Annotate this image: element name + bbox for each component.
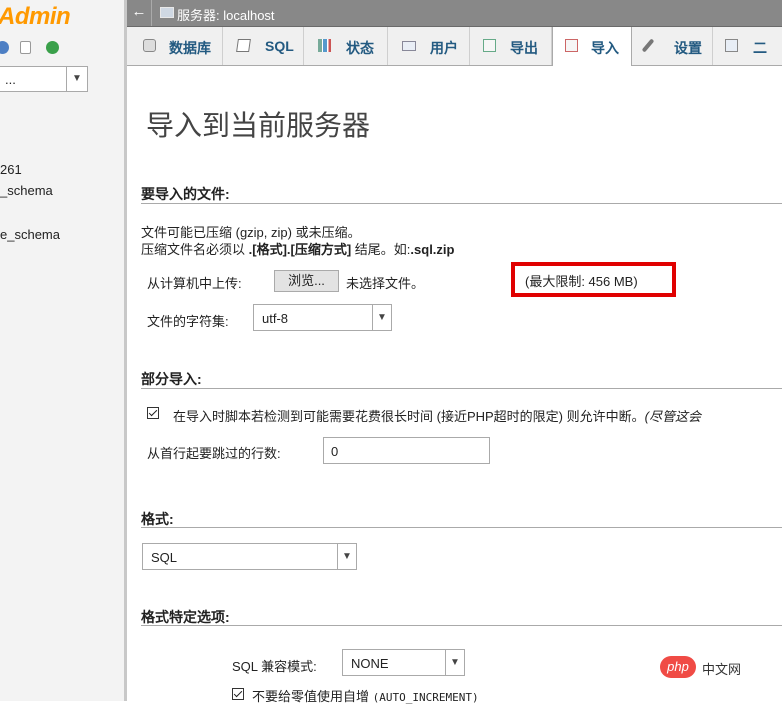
chevron-down-icon: ▼ <box>66 67 87 91</box>
database-item[interactable]: 261 <box>0 162 22 177</box>
charset-select[interactable]: utf-8 ▼ <box>253 304 392 331</box>
database-item[interactable]: _schema <box>0 183 53 198</box>
binlog-icon <box>725 39 738 52</box>
reload-icon[interactable] <box>46 41 59 54</box>
format-value: SQL <box>151 550 178 565</box>
main-content: 导入到当前服务器 要导入的文件: 文件可能已压缩 (gzip, zip) 或未压… <box>127 66 782 704</box>
chevron-down-icon: ▼ <box>445 650 464 675</box>
divider <box>141 203 782 204</box>
charset-value: utf-8 <box>262 311 289 326</box>
server-breadcrumb[interactable]: 服务器: localhost <box>177 5 275 24</box>
max-upload-limit: (最大限制: 456 MB) <box>525 274 638 289</box>
server-icon <box>160 7 174 18</box>
sql-icon <box>236 39 251 52</box>
upload-label: 从计算机中上传: <box>147 276 242 291</box>
filename-note-text: 压缩文件名必须以 <box>141 242 249 257</box>
collapse-nav-arrow-icon[interactable]: ← <box>127 0 152 26</box>
server-breadcrumb-bar: ← 服务器: localhost <box>127 0 782 27</box>
divider <box>141 527 782 528</box>
database-select[interactable]: ... ▼ <box>0 66 88 92</box>
format-options-heading: 格式特定选项: <box>141 609 230 625</box>
database-select-value: ... <box>5 72 16 87</box>
skip-rows-label: 从首行起要跳过的行数: <box>147 446 281 461</box>
format-select[interactable]: SQL ▼ <box>142 543 357 570</box>
chevron-down-icon: ▼ <box>337 544 356 569</box>
tab-export[interactable]: 导出 <box>470 27 552 65</box>
main-tabs: 数据库 SQL 状态 用户 导出 导入 设置 二 <box>127 27 782 66</box>
tab-users[interactable]: 用户 <box>388 27 470 65</box>
watermark-text: 中文网 <box>702 662 742 677</box>
charset-label: 文件的字符集: <box>147 314 229 329</box>
docs-icon[interactable] <box>20 41 31 54</box>
tab-label: SQL <box>265 38 294 54</box>
sql-compat-select[interactable]: NONE ▼ <box>342 649 465 676</box>
tab-sql[interactable]: SQL <box>223 27 304 65</box>
tab-label: 导入 <box>591 40 619 56</box>
partial-import-heading: 部分导入: <box>141 371 202 387</box>
sql-compat-value: NONE <box>351 656 389 671</box>
no-auto-value-text: 不要给零值使用自增 <box>252 689 370 704</box>
no-auto-value-code: (AUTO_INCREMENT) <box>372 691 479 704</box>
no-file-chosen-text: 未选择文件。 <box>346 276 425 291</box>
php-badge: php <box>660 656 696 678</box>
tab-label: 二 <box>753 40 767 56</box>
skip-rows-value: 0 <box>331 444 339 459</box>
max-upload-limit-highlight: (最大限制: 456 MB) <box>511 262 676 297</box>
tab-binary-log[interactable]: 二 <box>713 27 782 65</box>
allow-interrupt-label: 在导入时脚本若检测到可能需要花费很长时间 (接近PHP超时的限定) 则允许中断。… <box>173 406 701 425</box>
tab-label: 导出 <box>510 40 538 56</box>
allow-interrupt-text: 在导入时脚本若检测到可能需要花费很长时间 (接近PHP超时的限定) 则允许中断。 <box>173 409 645 424</box>
chevron-down-icon: ▼ <box>372 305 391 330</box>
users-icon <box>402 41 416 51</box>
tab-status[interactable]: 状态 <box>304 27 388 65</box>
filename-format-bold: .[格式].[压缩方式] <box>248 242 352 257</box>
divider <box>141 625 782 626</box>
browse-button[interactable]: 浏览... <box>274 270 339 292</box>
tab-label: 设置 <box>674 40 702 56</box>
help-icon[interactable] <box>0 41 9 54</box>
filename-note-text: 结尾。如: <box>351 242 411 257</box>
no-auto-value-checkbox[interactable] <box>232 688 244 700</box>
format-heading: 格式: <box>141 511 174 527</box>
database-icon <box>143 39 156 52</box>
phpmyadmin-logo[interactable]: Admin <box>0 3 71 31</box>
filename-example: .sql.zip <box>410 242 455 257</box>
status-icon <box>318 39 331 52</box>
file-section-heading: 要导入的文件: <box>141 186 230 202</box>
no-auto-value-label: 不要给零值使用自增 (AUTO_INCREMENT) <box>252 686 479 705</box>
tab-settings[interactable]: 设置 <box>632 27 713 65</box>
filename-note: 压缩文件名必须以 .[格式].[压缩方式] 结尾。如:.sql.zip <box>141 239 454 258</box>
allow-interrupt-note: (尽管这会 <box>644 409 701 424</box>
export-icon <box>483 39 496 52</box>
skip-rows-input[interactable]: 0 <box>323 437 490 464</box>
database-item[interactable]: e_schema <box>0 227 60 242</box>
navigation-panel: Admin ... ▼ 261 _schema e_schema <box>0 0 124 701</box>
allow-interrupt-checkbox[interactable] <box>147 407 159 419</box>
tab-databases[interactable]: 数据库 <box>127 27 223 65</box>
wrench-icon <box>641 38 655 53</box>
sql-compat-label: SQL 兼容模式: <box>232 659 317 674</box>
page-title: 导入到当前服务器 <box>146 110 371 141</box>
tab-label: 用户 <box>430 40 458 56</box>
divider <box>141 388 782 389</box>
tab-import[interactable]: 导入 <box>552 27 632 66</box>
import-icon <box>565 39 578 52</box>
tab-label: 数据库 <box>169 40 211 56</box>
tab-label: 状态 <box>346 40 374 56</box>
